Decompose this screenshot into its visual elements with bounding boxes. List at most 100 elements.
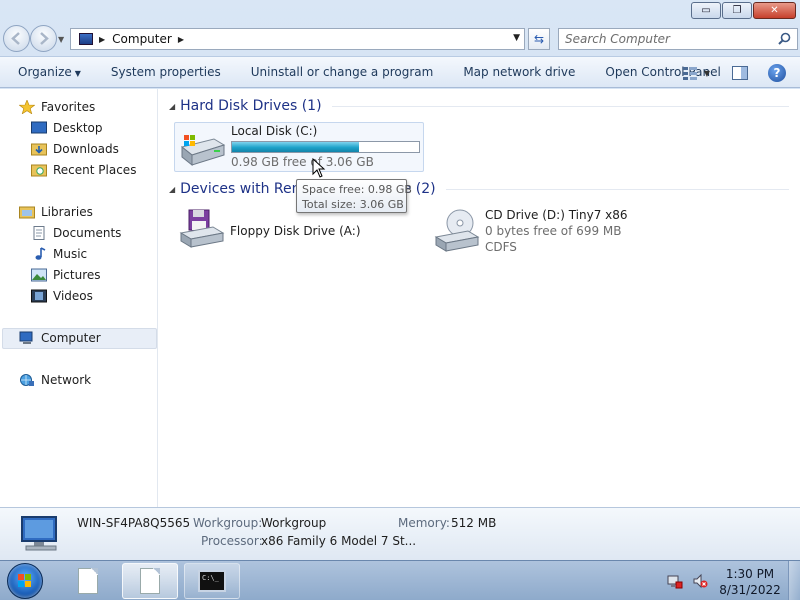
search-icon[interactable] (778, 32, 791, 45)
pictures-icon (31, 268, 47, 282)
show-desktop-button[interactable] (788, 561, 800, 600)
forward-arrow-icon (40, 32, 49, 45)
libraries-icon (19, 206, 35, 219)
system-clock[interactable]: 1:30 PM 8/31/2022 (716, 566, 784, 598)
details-pane: WIN-SF4PA8Q5565 Workgroup: Workgroup Mem… (0, 507, 800, 560)
close-button[interactable]: ✕ (753, 2, 796, 19)
hard-drive-icon (180, 135, 226, 167)
sidebar-item-label: Pictures (53, 268, 101, 282)
navigation-pane: Favorites Desktop Downloads Recent Place… (0, 89, 158, 507)
sidebar-item-computer[interactable]: Computer (19, 328, 101, 348)
command-bar: Organize ▼ System properties Uninstall or… (0, 56, 800, 88)
sidebar-item-label: Desktop (53, 121, 103, 135)
view-options-chevron-icon[interactable]: ▼ (704, 69, 710, 78)
sidebar-item-label: Network (41, 373, 92, 387)
forward-button[interactable] (30, 25, 57, 52)
workgroup-value: Workgroup (261, 516, 327, 530)
disk-usage-bar (231, 141, 420, 153)
map-network-drive-button[interactable]: Map network drive (448, 65, 590, 79)
sidebar-item-pictures[interactable]: Pictures (31, 265, 101, 285)
sidebar-item-recent-places[interactable]: Recent Places (31, 160, 136, 180)
breadcrumb-computer[interactable]: Computer (112, 32, 172, 46)
sidebar-item-downloads[interactable]: Downloads (31, 139, 119, 159)
sidebar-item-label: Libraries (41, 205, 93, 219)
sidebar-item-music[interactable]: Music (31, 244, 87, 264)
uninstall-program-button[interactable]: Uninstall or change a program (236, 65, 449, 79)
view-controls: ▼ ? (682, 57, 800, 89)
address-bar[interactable]: ▶ Computer ▶ ▼ (70, 28, 525, 50)
taskbar-explorer-window[interactable] (122, 563, 178, 599)
volume-muted-icon[interactable] (692, 573, 708, 589)
collapse-icon[interactable]: ◢ (169, 102, 175, 111)
drive-local-disk-c[interactable]: Local Disk (C:) 0.98 GB free of 3.06 GB (174, 122, 424, 172)
windows-logo-icon (18, 574, 31, 587)
sidebar-item-label: Documents (53, 226, 122, 240)
downloads-folder-icon (31, 143, 47, 156)
sidebar-item-label: Computer (41, 331, 101, 345)
mouse-cursor-icon (312, 158, 326, 178)
sidebar-item-documents[interactable]: Documents (31, 223, 121, 243)
back-button[interactable] (3, 25, 30, 52)
sidebar-item-favorites[interactable]: Favorites (19, 97, 95, 117)
group-title: Hard Disk Drives (1) (180, 98, 322, 114)
drive-free-space: 0.98 GB free of 3.06 GB (231, 155, 374, 169)
sidebar-item-label: Music (53, 247, 88, 261)
sidebar-item-network[interactable]: Network (19, 370, 91, 390)
group-header-hard-disks[interactable]: ◢ Hard Disk Drives (1) (169, 96, 789, 116)
breadcrumb-chevron-icon[interactable]: ▶ (99, 35, 105, 44)
file-list: ◢ Hard Disk Drives (1) Local Disk (C:) 0… (159, 89, 800, 507)
drive-cd-d[interactable]: CD Drive (D:) Tiny7 x86 0 bytes free of … (429, 207, 659, 257)
network-icon (20, 374, 34, 386)
memory-label: Memory: (398, 516, 450, 530)
refresh-button[interactable]: ⇆ (528, 28, 550, 50)
drive-file-system: CDFS (485, 240, 517, 254)
taskbar-command-prompt[interactable]: C:\_ (184, 563, 240, 599)
system-properties-button[interactable]: System properties (96, 65, 236, 79)
content-area: Favorites Desktop Downloads Recent Place… (0, 89, 800, 507)
drive-floppy-a[interactable]: Floppy Disk Drive (A:) (174, 207, 404, 253)
star-icon (19, 100, 35, 114)
videos-icon (31, 289, 47, 303)
explorer-window: ▭ ❐ ✕ ▼ ▶ Computer ▶ ▼ ⇆ Organize▼ Syste… (0, 0, 800, 560)
computer-icon (21, 516, 57, 551)
address-dropdown-icon[interactable]: ▼ (513, 33, 520, 43)
drive-tooltip: Space free: 0.98 GB Total size: 3.06 GB (296, 179, 412, 213)
chevron-down-icon: ▼ (74, 69, 81, 78)
start-button[interactable] (7, 563, 43, 599)
collapse-icon[interactable]: ◢ (169, 185, 175, 194)
sidebar-item-label: Downloads (53, 142, 119, 156)
breadcrumb-chevron-icon[interactable]: ▶ (178, 35, 184, 44)
change-view-icon[interactable] (682, 66, 698, 80)
computer-icon (79, 33, 93, 45)
preview-pane-icon[interactable] (732, 66, 748, 80)
sidebar-item-libraries[interactable]: Libraries (19, 202, 93, 222)
help-icon[interactable]: ? (768, 64, 786, 82)
taskbar-pinned-file[interactable] (60, 563, 116, 599)
network-tray-icon[interactable] (667, 573, 683, 589)
group-header-removable[interactable]: ◢ Devices with Removable Storage (2) (169, 179, 789, 199)
refresh-icon: ⇆ (533, 32, 545, 46)
organize-menu[interactable]: Organize ▼ (0, 65, 96, 79)
search-input[interactable] (565, 32, 775, 46)
desktop-icon (31, 121, 47, 134)
back-arrow-icon (11, 32, 20, 45)
command-prompt-icon: C:\_ (198, 570, 226, 592)
maximize-button[interactable]: ❐ (722, 2, 752, 19)
clock-time: 1:30 PM (725, 567, 775, 581)
sidebar-item-videos[interactable]: Videos (31, 286, 93, 306)
search-box[interactable] (558, 28, 798, 50)
computer-icon (19, 331, 33, 344)
sidebar-item-label: Favorites (41, 100, 96, 114)
processor-label: Processor: (201, 534, 263, 548)
cd-drive-icon (434, 209, 480, 252)
window-controls: ▭ ❐ ✕ (691, 2, 796, 19)
recent-pages-chevron-icon[interactable]: ▼ (58, 35, 64, 44)
sidebar-item-desktop[interactable]: Desktop (31, 118, 103, 138)
title-bar[interactable]: ▭ ❐ ✕ (0, 0, 800, 22)
documents-icon (33, 226, 45, 240)
workgroup-label: Workgroup: (193, 516, 263, 530)
floppy-drive-icon (179, 209, 225, 248)
minimize-button[interactable]: ▭ (691, 2, 721, 19)
taskbar: C:\_ 1:30 PM 8/31/2022 (0, 560, 800, 600)
document-icon (140, 568, 160, 594)
